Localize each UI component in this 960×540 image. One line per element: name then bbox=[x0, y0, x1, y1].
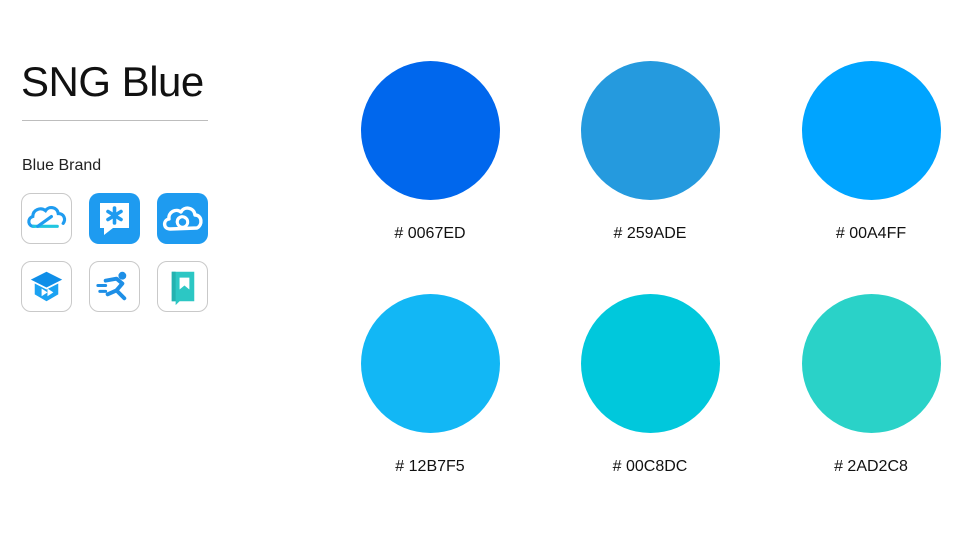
color-swatch: # 00A4FF bbox=[801, 61, 941, 244]
color-swatch: # 2AD2C8 bbox=[801, 294, 941, 477]
swatch-circle bbox=[360, 294, 500, 433]
color-swatch: # 00C8DC bbox=[580, 294, 720, 477]
qq-reading-book-icon bbox=[157, 261, 208, 312]
swatch-circle bbox=[801, 294, 941, 433]
color-swatch: # 0067ED bbox=[360, 61, 500, 244]
qq-sports-runner-icon bbox=[89, 261, 140, 312]
color-swatch: # 259ADE bbox=[580, 61, 720, 244]
swatch-hex-label: # 12B7F5 bbox=[395, 458, 465, 475]
section-label: Blue Brand bbox=[22, 157, 102, 174]
page-title: SNG Blue bbox=[21, 58, 204, 105]
qq-chat-asterisk-icon bbox=[89, 193, 140, 244]
brand-icon-grid bbox=[21, 193, 211, 315]
swatch-hex-label: # 00C8DC bbox=[612, 458, 688, 475]
color-swatch: # 12B7F5 bbox=[360, 294, 500, 477]
swatch-hex-label: # 00A4FF bbox=[835, 225, 907, 242]
swatch-hex-label: # 259ADE bbox=[613, 225, 687, 242]
tencent-cloud-icon bbox=[21, 193, 72, 244]
swatch-hex-label: # 0067ED bbox=[394, 225, 466, 242]
tencent-classroom-icon bbox=[21, 261, 72, 312]
swatch-circle bbox=[580, 61, 720, 200]
swatch-circle bbox=[360, 61, 500, 200]
swatch-circle bbox=[580, 294, 720, 433]
title-divider bbox=[22, 120, 208, 121]
swatch-hex-label: # 2AD2C8 bbox=[834, 458, 908, 475]
swatch-circle bbox=[801, 61, 941, 200]
weiyun-cloud-icon bbox=[157, 193, 208, 244]
